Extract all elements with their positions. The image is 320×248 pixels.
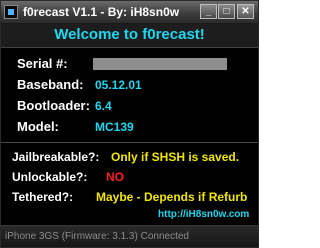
- baseband-row: Baseband: 05.12.01: [1, 75, 258, 95]
- baseband-label: Baseband:: [17, 77, 84, 92]
- maximize-icon: □: [223, 6, 230, 17]
- unlockable-label: Unlockable?:: [12, 170, 88, 184]
- section-divider: [1, 142, 258, 143]
- website-link[interactable]: http://iH8sn0w.com: [158, 209, 249, 220]
- bootloader-row: Bootloader: 6.4: [1, 96, 258, 116]
- model-value: MC139: [95, 120, 134, 134]
- app-window: f0recast V1.1 - By: iH8sn0w _ □ ✕ Welcom…: [0, 0, 259, 248]
- bootloader-value: 6.4: [95, 99, 112, 113]
- welcome-text: Welcome to f0recast!: [54, 26, 205, 43]
- maximize-button[interactable]: □: [218, 4, 235, 19]
- connection-status: iPhone 3GS (Firmware: 3.1.3) Connected: [5, 231, 189, 242]
- serial-label: Serial #:: [17, 56, 68, 71]
- close-icon: ✕: [241, 6, 250, 17]
- baseband-value: 05.12.01: [95, 78, 142, 92]
- serial-row: Serial #:: [1, 54, 258, 74]
- close-button[interactable]: ✕: [237, 4, 254, 19]
- welcome-banner: Welcome to f0recast!: [1, 24, 258, 48]
- minimize-button[interactable]: _: [200, 4, 217, 19]
- jailbreakable-row: Jailbreakable?: Only if SHSH is saved.: [1, 148, 258, 168]
- jailbreakable-label: Jailbreakable?:: [12, 150, 100, 164]
- serial-redacted-box: [93, 58, 227, 70]
- tethered-label: Tethered?:: [12, 190, 74, 204]
- status-bar: iPhone 3GS (Firmware: 3.1.3) Connected: [1, 225, 258, 247]
- tethered-value: Maybe - Depends if Refurb: [96, 190, 248, 204]
- unlockable-value: NO: [106, 170, 124, 184]
- unlockable-row: Unlockable?: NO: [1, 168, 258, 188]
- title-bar[interactable]: f0recast V1.1 - By: iH8sn0w _ □ ✕: [1, 1, 258, 24]
- model-label: Model:: [17, 119, 59, 134]
- minimize-icon: _: [205, 6, 212, 17]
- bootloader-label: Bootloader:: [17, 98, 90, 113]
- app-icon[interactable]: [4, 5, 18, 19]
- tethered-row: Tethered?: Maybe - Depends if Refurb: [1, 188, 258, 208]
- model-row: Model: MC139: [1, 117, 258, 137]
- jailbreakable-value: Only if SHSH is saved.: [111, 150, 240, 164]
- window-title: f0recast V1.1 - By: iH8sn0w: [23, 5, 180, 19]
